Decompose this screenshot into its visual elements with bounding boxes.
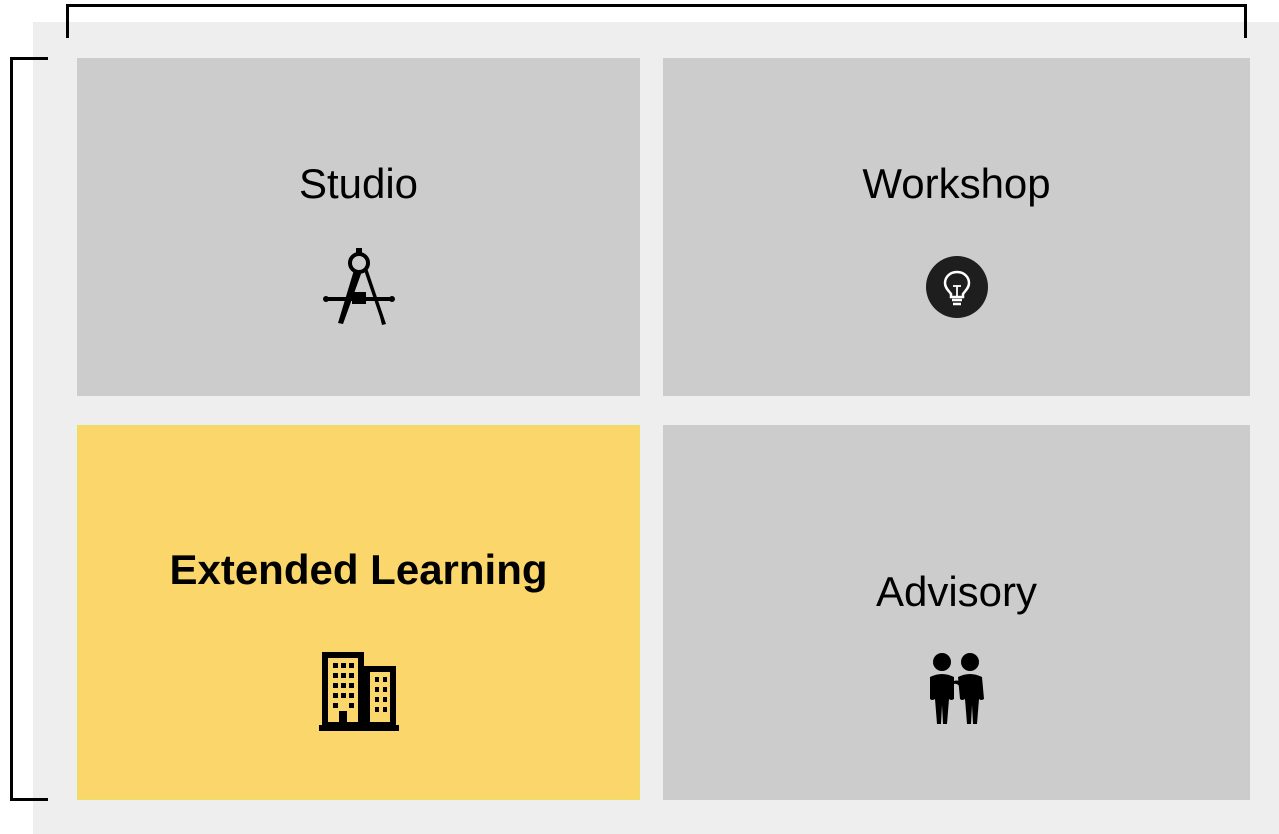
tile-advisory: Advisory [663, 425, 1250, 800]
tile-extended-learning: Extended Learning [77, 425, 640, 800]
tile-label-workshop: Workshop [862, 160, 1051, 207]
two-people-icon [924, 653, 990, 725]
top-bracket [66, 4, 1247, 38]
tile-label-extended-learning: Extended Learning [169, 546, 548, 593]
tile-workshop: Workshop [663, 58, 1250, 396]
diagram-canvas: Studio Workshop Extended Learning Adviso… [0, 0, 1279, 834]
tile-studio: Studio [77, 58, 640, 396]
drafting-compass-icon [321, 245, 397, 327]
office-buildings-icon [318, 651, 399, 731]
tile-label-advisory: Advisory [875, 568, 1038, 615]
left-bracket [10, 57, 48, 801]
tile-label-studio: Studio [298, 160, 419, 207]
lightbulb-icon [925, 256, 988, 318]
